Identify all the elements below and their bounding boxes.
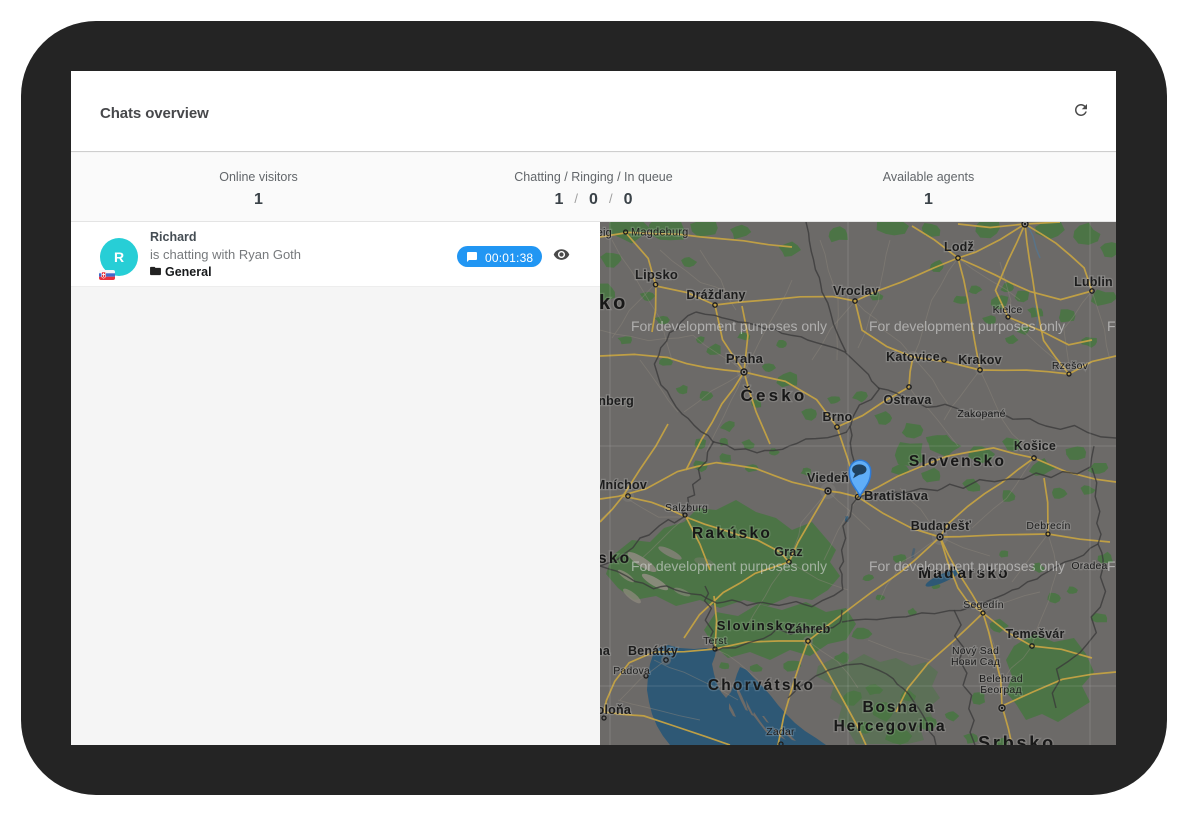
svg-text:ko: ko <box>600 292 628 314</box>
svg-text:Viedeň: Viedeň <box>807 471 849 485</box>
svg-text:Bosna a: Bosna a <box>863 699 936 716</box>
svg-text:Slovinsko: Slovinsko <box>717 618 795 633</box>
svg-text:Budapešť: Budapešť <box>911 519 971 533</box>
svg-text:Košice: Košice <box>1014 439 1056 453</box>
svg-text:Нови Сад: Нови Сад <box>951 656 1000 668</box>
svg-text:Zakopané: Zakopané <box>957 408 1005 420</box>
svg-text:Slovensko: Slovensko <box>909 453 1006 470</box>
svg-text:For development purposes only: For development purposes only <box>869 318 1065 334</box>
svg-text:Zadar: Zadar <box>766 726 795 738</box>
svg-text:For development purposes only: For development purposes only <box>631 558 827 574</box>
svg-text:Bratislava: Bratislava <box>864 488 929 503</box>
svg-text:For development purposes only: For development purposes only <box>869 558 1065 574</box>
svg-text:For development purposes only: For development purposes only <box>1107 558 1116 574</box>
svg-text:Debrecín: Debrecín <box>1026 520 1070 532</box>
svg-text:Česko: Česko <box>740 386 807 405</box>
svg-text:Brno: Brno <box>823 410 853 424</box>
svg-text:Lipsko: Lipsko <box>635 267 678 282</box>
svg-text:Salzburg: Salzburg <box>665 502 708 514</box>
svg-text:Praha: Praha <box>726 351 764 366</box>
svg-text:Rakúsko: Rakúsko <box>692 525 772 542</box>
svg-text:Temešvár: Temešvár <box>1005 627 1064 641</box>
svg-text:For development purposes only: For development purposes only <box>631 318 827 334</box>
svg-text:Segedín: Segedín <box>963 599 1004 611</box>
svg-text:Rzešov: Rzešov <box>1052 360 1089 372</box>
svg-text:For development purposes only: For development purposes only <box>1107 318 1116 334</box>
svg-text:Oradea: Oradea <box>1071 560 1107 572</box>
svg-text:Vroclav: Vroclav <box>833 284 879 298</box>
svg-text:oloňa: oloňa <box>600 703 632 717</box>
svg-text:Kielce: Kielce <box>993 304 1023 316</box>
svg-text:Krakov: Krakov <box>958 353 1002 367</box>
svg-text:na: na <box>600 644 611 658</box>
svg-text:Benátky: Benátky <box>628 644 678 658</box>
svg-text:nberg: nberg <box>600 394 634 408</box>
svg-text:Lublin: Lublin <box>1074 275 1113 289</box>
svg-text:Graz: Graz <box>774 545 803 559</box>
svg-text:Hercegovina: Hercegovina <box>834 718 947 735</box>
svg-text:Drážďany: Drážďany <box>686 288 745 302</box>
svg-text:Katovice: Katovice <box>886 350 940 364</box>
svg-text:Ostrava: Ostrava <box>884 393 933 407</box>
svg-text:Mníchov: Mníchov <box>600 478 647 492</box>
svg-text:Srbsko: Srbsko <box>978 733 1056 745</box>
svg-text:Padova: Padova <box>613 665 650 677</box>
svg-text:Terst: Terst <box>703 635 727 647</box>
svg-text:sko: sko <box>600 550 631 567</box>
svg-text:Magdeburg: Magdeburg <box>631 227 688 239</box>
svg-text:Chorvátsko: Chorvátsko <box>708 677 815 694</box>
svg-text:eig: eig <box>600 227 612 239</box>
svg-text:Београд: Београд <box>980 684 1022 696</box>
svg-text:Lodž: Lodž <box>944 240 974 254</box>
